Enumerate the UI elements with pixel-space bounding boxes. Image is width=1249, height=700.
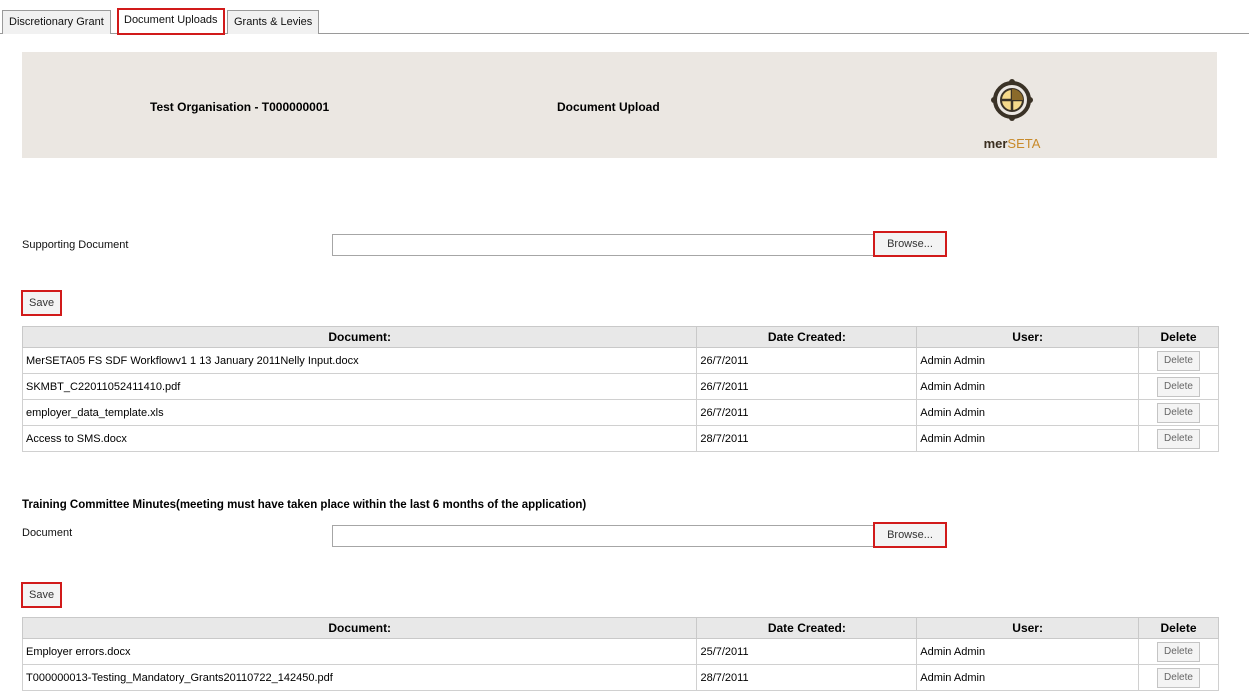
user-cell: Admin Admin [916, 425, 1140, 452]
user-cell: Admin Admin [916, 347, 1140, 374]
date-cell: 26/7/2011 [696, 373, 918, 400]
column-header-document: Document: [21, 326, 698, 348]
tab-discretionary-grant[interactable]: Discretionary Grant [2, 10, 111, 34]
delete-cell: Delete [1138, 425, 1219, 452]
column-header-date: Date Created: [696, 326, 918, 348]
training-browse-button[interactable]: Browse... [873, 522, 947, 548]
date-cell: 26/7/2011 [696, 399, 918, 426]
delete-cell: Delete [1138, 347, 1219, 374]
table-row: Employer errors.docx 25/7/2011 Admin Adm… [21, 638, 1219, 665]
document-cell: T000000013-Testing_Mandatory_Grants20110… [21, 664, 698, 691]
table-header-row: Document: Date Created: User: Delete [21, 617, 1219, 639]
table-header-row: Document: Date Created: User: Delete [21, 326, 1219, 348]
delete-button[interactable]: Delete [1157, 376, 1200, 397]
delete-cell: Delete [1138, 638, 1219, 665]
supporting-document-file-input[interactable] [332, 234, 875, 256]
column-header-user: User: [916, 617, 1140, 639]
delete-cell: Delete [1138, 373, 1219, 400]
delete-button[interactable]: Delete [1157, 641, 1200, 662]
column-header-delete: Delete [1138, 617, 1219, 639]
table-row: MerSETA05 FS SDF Workflowv1 1 13 January… [21, 347, 1219, 374]
column-header-date: Date Created: [696, 617, 918, 639]
tab-grants-levies[interactable]: Grants & Levies [227, 10, 320, 34]
merseta-logo: merSETA [972, 74, 1052, 154]
page-header: Test Organisation - T000000001 Document … [22, 52, 1217, 158]
merseta-logo-icon [991, 79, 1033, 121]
delete-button[interactable]: Delete [1157, 350, 1200, 371]
table-row: T000000013-Testing_Mandatory_Grants20110… [21, 664, 1219, 691]
tab-bar: Discretionary Grant Document Uploads Gra… [0, 8, 1249, 35]
supporting-document-label: Supporting Document [22, 239, 129, 251]
column-header-delete: Delete [1138, 326, 1219, 348]
delete-button[interactable]: Delete [1157, 402, 1200, 423]
logo-wordmark: merSETA [983, 136, 1041, 151]
document-cell: Employer errors.docx [21, 638, 698, 665]
supporting-documents-table: Document: Date Created: User: Delete Mer… [21, 326, 1219, 452]
table-row: Access to SMS.docx 28/7/2011 Admin Admin… [21, 425, 1219, 452]
supporting-browse-button[interactable]: Browse... [873, 231, 947, 257]
table-row: SKMBT_C22011052411410.pdf 26/7/2011 Admi… [21, 373, 1219, 400]
column-header-user: User: [916, 326, 1140, 348]
document-cell: employer_data_template.xls [21, 399, 698, 426]
delete-cell: Delete [1138, 399, 1219, 426]
tab-document-uploads[interactable]: Document Uploads [117, 8, 225, 35]
user-cell: Admin Admin [916, 373, 1140, 400]
date-cell: 25/7/2011 [696, 638, 918, 665]
document-cell: SKMBT_C22011052411410.pdf [21, 373, 698, 400]
training-documents-table: Document: Date Created: User: Delete Emp… [21, 617, 1219, 691]
training-document-label: Document [22, 527, 73, 539]
table-row: employer_data_template.xls 26/7/2011 Adm… [21, 399, 1219, 426]
user-cell: Admin Admin [916, 664, 1140, 691]
date-cell: 26/7/2011 [696, 347, 918, 374]
delete-button[interactable]: Delete [1157, 667, 1200, 688]
page-title: Document Upload [557, 100, 660, 114]
organisation-name: Test Organisation - T000000001 [150, 100, 330, 114]
column-header-document: Document: [21, 617, 698, 639]
delete-button[interactable]: Delete [1157, 428, 1200, 449]
user-cell: Admin Admin [916, 638, 1140, 665]
training-committee-title: Training Committee Minutes(meeting must … [22, 499, 587, 511]
document-cell: MerSETA05 FS SDF Workflowv1 1 13 January… [21, 347, 698, 374]
user-cell: Admin Admin [916, 399, 1140, 426]
delete-cell: Delete [1138, 664, 1219, 691]
date-cell: 28/7/2011 [696, 664, 918, 691]
training-save-button[interactable]: Save [21, 582, 62, 608]
date-cell: 28/7/2011 [696, 425, 918, 452]
document-cell: Access to SMS.docx [21, 425, 698, 452]
training-document-file-input[interactable] [332, 525, 875, 547]
supporting-save-button[interactable]: Save [21, 290, 62, 316]
